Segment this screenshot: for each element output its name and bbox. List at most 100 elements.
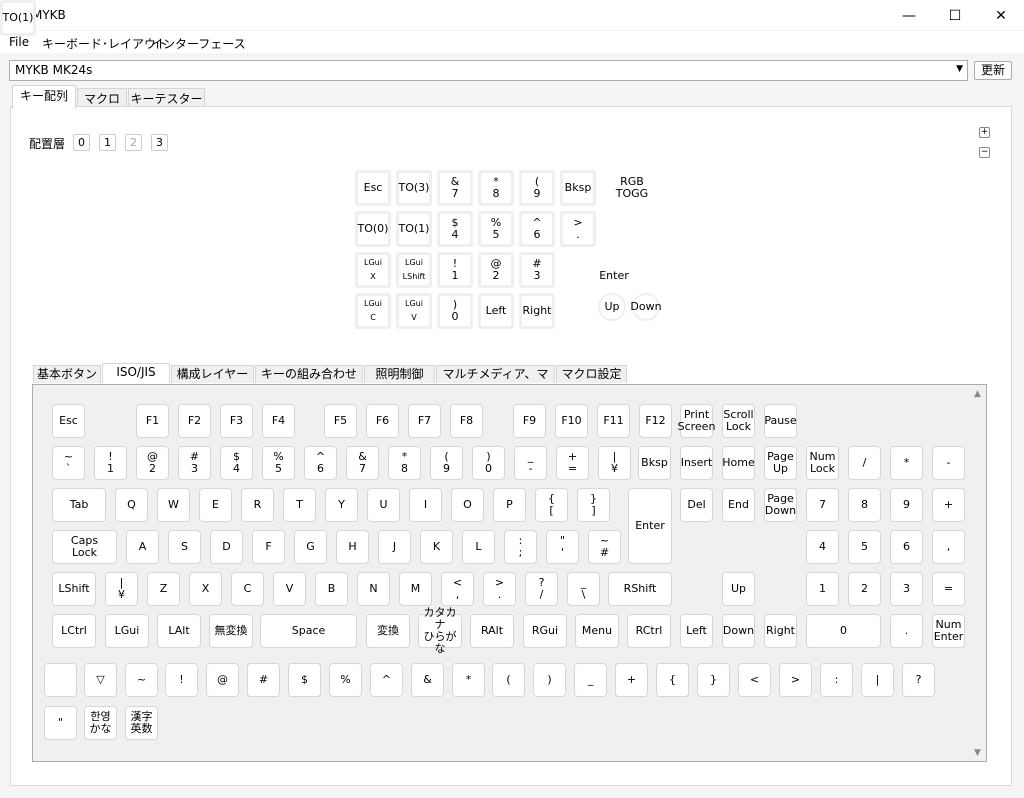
palette-key[interactable]: 4 [806,530,839,564]
palette-key[interactable]: $ 4 [220,446,253,480]
palette-key[interactable]: : ; [504,530,537,564]
palette-key[interactable]: T [283,488,316,522]
palette-key[interactable]: LGui [105,614,149,648]
palette-key[interactable]: ) 0 [472,446,505,480]
palette-key[interactable]: P [493,488,526,522]
palette-key[interactable]: 変換 [366,614,410,648]
layout-key[interactable]: TO(1) [0,0,36,36]
palette-key[interactable]: F9 [513,404,546,438]
subtab-basic[interactable]: 基本ボタン [33,365,101,383]
scroll-down-icon[interactable]: ▼ [974,748,981,758]
device-select[interactable]: MYKB MK24s ▼ [9,60,968,81]
palette-key[interactable]: 7 [806,488,839,522]
palette-key[interactable]: Scroll Lock [722,404,755,438]
palette-key[interactable]: ( 9 [430,446,463,480]
menu-file[interactable]: File [9,35,29,49]
palette-key[interactable]: W [157,488,190,522]
layout-key[interactable]: @ 2 [478,252,514,288]
palette-key[interactable]: | ¥ [598,446,631,480]
palette-key[interactable]: 9 [890,488,923,522]
palette-key[interactable]: 8 [848,488,881,522]
layout-key[interactable]: ( 9 [519,170,555,206]
palette-key[interactable]: 0 [806,614,881,648]
layout-key[interactable]: LGui C [355,293,391,329]
palette-key[interactable]: { [656,663,689,697]
palette-key[interactable]: カタカナ ひらがな [418,607,462,655]
palette-key[interactable]: G [294,530,327,564]
palette-key[interactable]: # [247,663,280,697]
palette-key[interactable]: > [779,663,812,697]
subtab-key-combos[interactable]: キーの組み合わせ [255,365,363,383]
palette-key[interactable]: F7 [408,404,441,438]
palette-key[interactable]: RCtrl [627,614,671,648]
palette-key[interactable]: Y [325,488,358,522]
palette-key[interactable]: K [420,530,453,564]
palette-key[interactable]: Page Up [764,446,797,480]
palette-key[interactable]: F3 [220,404,253,438]
layout-key[interactable]: & 7 [437,170,473,206]
palette-key[interactable]: F12 [639,404,672,438]
subtab-macro-settings[interactable]: マクロ設定 [556,365,627,383]
palette-key[interactable]: 1 [806,572,839,606]
palette-key[interactable]: F6 [366,404,399,438]
palette-key[interactable]: Num Enter [932,614,965,648]
palette-key[interactable]: ? [902,663,935,697]
palette-key[interactable]: Esc [52,404,85,438]
minimize-button[interactable]: — [886,0,932,31]
palette-key[interactable]: ▽ [84,663,117,697]
palette-key[interactable]: Z [147,572,180,606]
palette-key[interactable]: H [336,530,369,564]
palette-key[interactable]: 漢字 英数 [125,706,158,740]
palette-key[interactable]: ^ 6 [304,446,337,480]
palette-key[interactable]: { [ [535,488,568,522]
palette-key[interactable]: R [241,488,274,522]
layer-2-button[interactable]: 2 [125,134,142,151]
zoom-out-button[interactable]: − [979,147,990,158]
palette-key[interactable]: ^ [370,663,403,697]
scroll-up-icon[interactable]: ▲ [974,389,981,399]
palette-key[interactable]: Up [722,572,755,606]
subtab-iso-jis[interactable]: ISO/JIS [102,363,170,383]
layout-key[interactable]: Down [630,293,662,321]
palette-key[interactable]: 3 [890,572,923,606]
palette-key[interactable]: ! 1 [94,446,127,480]
palette-key[interactable]: F [252,530,285,564]
palette-key[interactable]: Right [764,614,797,648]
palette-key[interactable]: _ - [514,446,547,480]
palette-key[interactable]: / [848,446,881,480]
palette-key[interactable]: * 8 [388,446,421,480]
palette-key[interactable]: + [932,488,965,522]
palette-key[interactable]: C [231,572,264,606]
palette-key[interactable]: Insert [680,446,713,480]
layer-0-button[interactable]: 0 [73,134,90,151]
palette-key[interactable]: # 3 [178,446,211,480]
palette-key[interactable]: Space [260,614,357,648]
palette-key[interactable]: _ \ [567,572,600,606]
palette-key[interactable]: * [452,663,485,697]
palette-key[interactable]: Enter [628,488,672,564]
palette-key[interactable]: Tab [52,488,106,522]
layout-key[interactable]: * 8 [478,170,514,206]
palette-key[interactable]: Home [722,446,755,480]
palette-key[interactable]: F5 [324,404,357,438]
palette-key[interactable]: L [462,530,495,564]
palette-key[interactable]: & 7 [346,446,379,480]
layer-3-button[interactable]: 3 [151,134,168,151]
layout-key[interactable]: # 3 [519,252,555,288]
palette-key[interactable]: < [738,663,771,697]
palette-key[interactable]: % [329,663,362,697]
palette-key[interactable]: Pause [764,404,797,438]
palette-key[interactable]: Num Lock [806,446,839,480]
layout-key[interactable]: TO(1) [396,211,432,247]
layout-key[interactable]: $ 4 [437,211,473,247]
palette-key[interactable]: I [409,488,442,522]
palette-key[interactable]: % 5 [262,446,295,480]
palette-key[interactable]: + = [556,446,589,480]
palette-key[interactable]: Page Down [764,488,797,522]
palette-key[interactable] [44,663,77,697]
palette-key[interactable]: - [932,446,965,480]
palette-key[interactable]: ? / [525,572,558,606]
palette-key[interactable]: 2 [848,572,881,606]
layout-key[interactable]: Esc [355,170,391,206]
palette-key[interactable]: RGui [523,614,567,648]
